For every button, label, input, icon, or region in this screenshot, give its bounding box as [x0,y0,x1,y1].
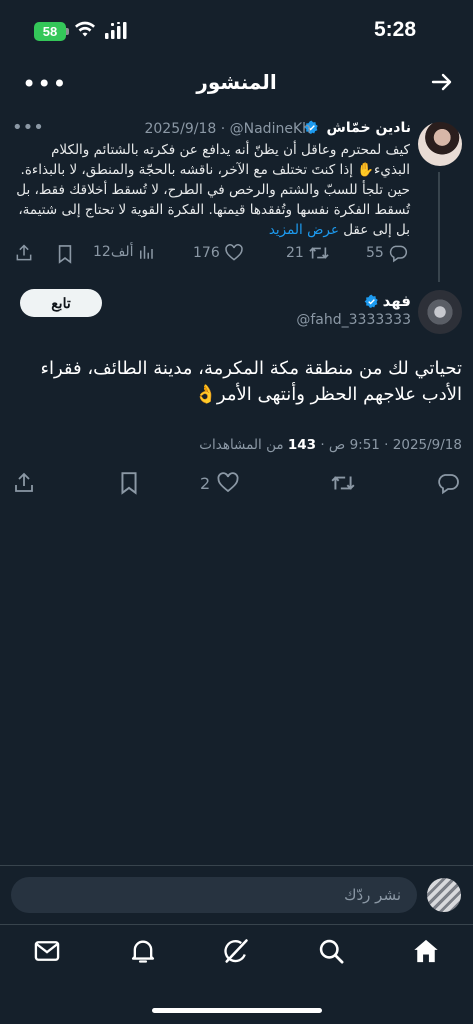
divider [0,865,473,866]
views-label: من المشاهدات [199,437,288,453]
my-avatar [427,878,461,912]
show-more-link[interactable]: عرض المزيد [269,222,339,238]
like-icon [224,243,244,263]
reply-input[interactable] [11,877,417,913]
mail-icon[interactable] [33,937,61,969]
follow-button[interactable]: تابع [20,289,102,317]
author-handle: @NadineKh [229,121,311,137]
thread-line [438,172,440,282]
battery-indicator: 58 [34,22,66,41]
post-text-body: كيف لمحترم وعاقل أن يظنّ أنه يدافع عن فك… [16,142,410,238]
page-title: المنشور [196,70,277,94]
views-count: 143 [287,437,317,453]
repost-count: 21 [286,245,304,261]
reply-icon [388,243,408,263]
reply-count: 55 [366,245,384,261]
avatar[interactable] [418,122,462,166]
views-count: 12ألف [93,244,134,260]
author-handle-date: 2025/9/18 · @NadineKh [144,121,311,137]
like-button[interactable]: 176 [193,243,244,263]
verified-icon [364,294,379,309]
repost-icon[interactable] [330,471,356,499]
like-count: 2 [200,473,211,493]
post-meta: 2025/9/18 · 9:51 ص · 143 من المشاهدات [18,437,462,453]
like-button[interactable]: 2 [200,471,240,495]
post-timestamp: 2025/9/18 · 9:51 ص · [316,437,462,453]
battery-tip [66,28,69,35]
author-name[interactable]: نادين خمّاش [304,120,411,139]
author-name-text: فهد [382,292,411,310]
avatar[interactable] [418,290,462,334]
bell-icon[interactable] [129,937,157,969]
home-icon[interactable] [412,937,440,969]
search-icon[interactable] [317,937,345,969]
author-handle: @fahd_3333333 [296,312,411,328]
back-arrow-icon[interactable] [430,70,454,98]
divider [0,924,473,925]
post-more-icon[interactable]: ••• [12,117,44,138]
bookmark-icon[interactable] [118,471,140,499]
reply-button[interactable]: 55 [366,243,408,263]
post-date: 2025/9/18 [144,121,217,137]
post-text: كيف لمحترم وعاقل أن يظنّ أنه يدافع عن فك… [12,140,410,240]
bookmark-icon[interactable] [56,244,74,268]
author-name[interactable]: فهد [364,292,411,310]
repost-button[interactable]: 21 [286,243,330,263]
battery-level: 58 [42,24,58,39]
share-icon[interactable] [12,471,36,499]
reply-icon[interactable] [436,471,460,499]
signal-icon [104,22,128,44]
share-icon[interactable] [14,243,34,267]
grok-icon[interactable] [222,937,250,969]
views-icon [137,243,155,261]
repost-icon [308,243,330,263]
like-icon [216,471,240,495]
wifi-icon [74,20,96,42]
post-text: تحياتي لك من منطقة مكة المكرمة، مدينة ال… [40,358,463,405]
status-time: 5:28 [374,18,417,41]
like-count: 176 [193,245,220,261]
home-indicator [152,1008,322,1013]
views-button[interactable]: 12ألف [93,243,155,261]
author-name-text: نادين خمّاش [326,120,411,136]
